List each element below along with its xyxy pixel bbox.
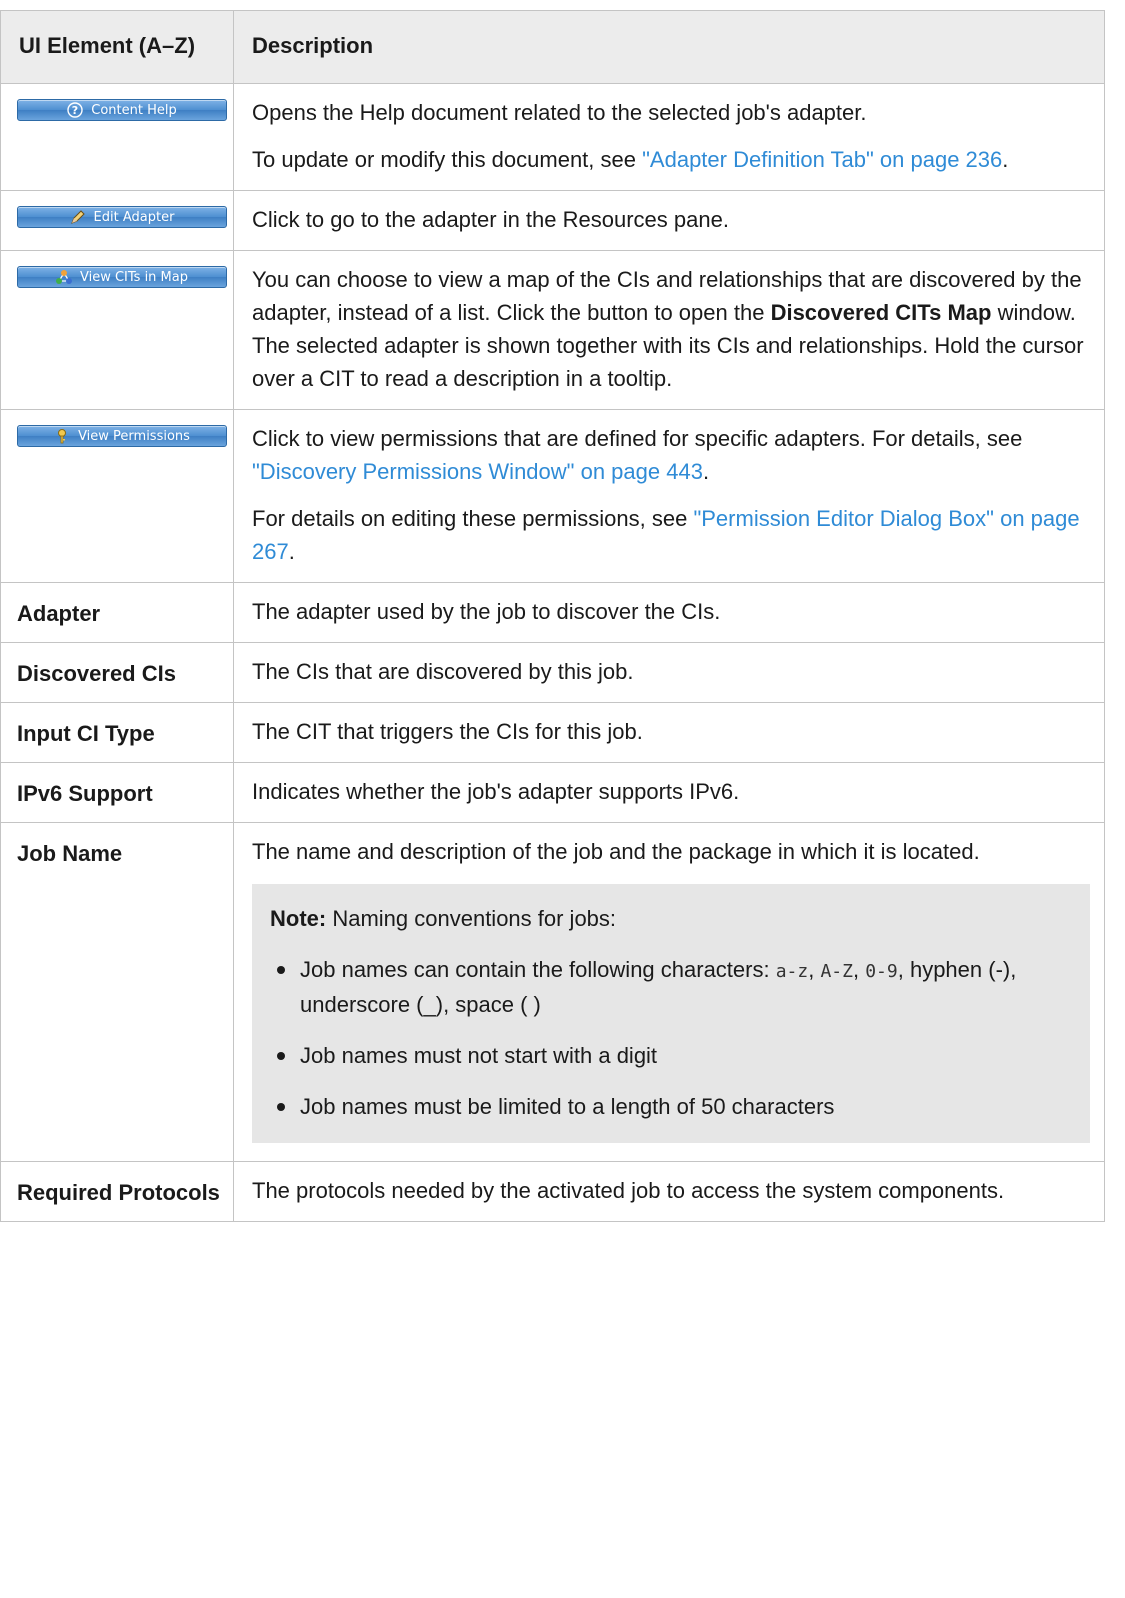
- text: Job names can contain the following char…: [300, 957, 776, 982]
- element-name: Input CI Type: [17, 721, 155, 746]
- edit-adapter-desc: Click to go to the adapter in the Resour…: [252, 207, 729, 232]
- text: To update or modify this document, see: [252, 147, 643, 172]
- map-icon: [55, 270, 72, 284]
- table-row: Edit Adapter Click to go to the adapter …: [0, 190, 1105, 251]
- table-row: ? Content Help Opens the Help document r…: [0, 83, 1105, 191]
- code-range: a-z: [775, 961, 809, 982]
- bullet-icon: [277, 1103, 285, 1111]
- element-desc: Indicates whether the job's adapter supp…: [252, 779, 740, 804]
- code-range: A-Z: [820, 961, 853, 982]
- edit-adapter-button[interactable]: Edit Adapter: [17, 206, 227, 228]
- table-row: View Permissions Click to view permissio…: [0, 409, 1105, 583]
- view-permissions-label: View Permissions: [78, 428, 190, 444]
- element-desc: The name and description of the job and …: [252, 839, 980, 864]
- naming-rules-list: Job names can contain the following char…: [270, 953, 1072, 1123]
- text: ,: [852, 957, 866, 982]
- help-icon: ?: [67, 102, 83, 118]
- table-row: Adapter The adapter used by the job to d…: [0, 582, 1105, 643]
- description-cell: You can choose to view a map of the CIs …: [233, 250, 1105, 410]
- header-ui-element: UI Element (A–Z): [0, 10, 234, 84]
- header-description: Description: [233, 10, 1105, 84]
- element-cell: Edit Adapter: [0, 190, 234, 251]
- note-text: Naming conventions for jobs:: [326, 906, 617, 931]
- content-help-button[interactable]: ? Content Help: [17, 99, 227, 121]
- description-cell: Click to view permissions that are defin…: [233, 409, 1105, 583]
- element-desc: The CIs that are discovered by this job.: [252, 659, 634, 684]
- bullet-icon: [277, 966, 285, 974]
- element-cell: Job Name: [0, 822, 234, 1162]
- text: .: [702, 459, 710, 484]
- element-cell: Discovered CIs: [0, 642, 234, 703]
- description-cell: Click to go to the adapter in the Resour…: [233, 190, 1105, 251]
- view-permissions-desc-2: For details on editing these permissions…: [252, 502, 1090, 568]
- description-cell: The CIT that triggers the CIs for this j…: [233, 702, 1105, 763]
- element-name: Adapter: [17, 601, 101, 626]
- element-desc: The adapter used by the job to discover …: [252, 599, 721, 624]
- element-name: Required Protocols: [17, 1180, 220, 1205]
- code-range: 0-9: [865, 961, 898, 982]
- view-cits-desc: You can choose to view a map of the CIs …: [252, 263, 1090, 395]
- ui-elements-table: UI Element (A–Z) Description ? Content H…: [0, 10, 1105, 1222]
- element-desc: The CIT that triggers the CIs for this j…: [252, 719, 643, 744]
- text: .: [288, 539, 295, 564]
- table-row: IPv6 Support Indicates whether the job's…: [0, 762, 1105, 823]
- note-label: Note:: [270, 906, 327, 931]
- text: Click to view permissions that are defin…: [252, 426, 1023, 451]
- note-intro: Note: Naming conventions for jobs:: [270, 902, 1072, 935]
- pencil-icon: [70, 210, 85, 224]
- description-cell: The name and description of the job and …: [233, 822, 1105, 1162]
- view-cits-in-map-button[interactable]: View CITs in Map: [17, 266, 227, 288]
- edit-adapter-label: Edit Adapter: [93, 209, 175, 225]
- table-row: Input CI Type The CIT that triggers the …: [0, 702, 1105, 763]
- table-row: Job Name The name and description of the…: [0, 822, 1105, 1162]
- text: ,: [808, 957, 821, 982]
- description-cell: The adapter used by the job to discover …: [233, 582, 1105, 643]
- element-cell: View CITs in Map: [0, 250, 234, 410]
- element-desc: The protocols needed by the activated jo…: [252, 1178, 1005, 1203]
- element-cell: Required Protocols: [0, 1161, 234, 1222]
- adapter-definition-tab-link[interactable]: "Adapter Definition Tab" on page 236: [642, 147, 1002, 172]
- discovery-permissions-window-link[interactable]: "Discovery Permissions Window" on page 4…: [252, 459, 703, 484]
- description-cell: The protocols needed by the activated jo…: [233, 1161, 1105, 1222]
- content-help-desc: Opens the Help document related to the s…: [252, 100, 867, 125]
- table-row: Discovered CIs The CIs that are discover…: [0, 642, 1105, 703]
- view-cits-label: View CITs in Map: [79, 269, 188, 285]
- list-item: Job names must be limited to a length of…: [270, 1090, 1072, 1123]
- element-name: Job Name: [17, 841, 123, 866]
- view-permissions-button[interactable]: View Permissions: [17, 425, 227, 447]
- text: .: [1002, 147, 1009, 172]
- text: Job names must be limited to a length of…: [300, 1094, 835, 1119]
- discovered-cits-map-term: Discovered CITs Map: [770, 300, 992, 325]
- description-cell: Opens the Help document related to the s…: [233, 83, 1105, 191]
- table-row: Required Protocols The protocols needed …: [0, 1161, 1105, 1222]
- element-cell: IPv6 Support: [0, 762, 234, 823]
- element-name: Discovered CIs: [17, 661, 176, 686]
- note-box: Note: Naming conventions for jobs: Job n…: [252, 884, 1090, 1143]
- list-item: Job names must not start with a digit: [270, 1039, 1072, 1072]
- text: Job names must not start with a digit: [300, 1043, 658, 1068]
- view-permissions-desc: Click to view permissions that are defin…: [252, 422, 1090, 488]
- svg-text:?: ?: [72, 104, 78, 117]
- list-item: Job names can contain the following char…: [270, 953, 1072, 1021]
- table-row: View CITs in Map You can choose to view …: [0, 250, 1105, 410]
- description-cell: The CIs that are discovered by this job.: [233, 642, 1105, 703]
- key-icon: [58, 429, 67, 444]
- bullet-icon: [277, 1052, 285, 1060]
- description-cell: Indicates whether the job's adapter supp…: [233, 762, 1105, 823]
- table-header-row: UI Element (A–Z) Description: [0, 10, 1105, 84]
- text: For details on editing these permissions…: [252, 506, 694, 531]
- element-cell: Input CI Type: [0, 702, 234, 763]
- element-cell: ? Content Help: [0, 83, 234, 191]
- element-name: IPv6 Support: [17, 781, 153, 806]
- element-cell: Adapter: [0, 582, 234, 643]
- content-help-label: Content Help: [91, 102, 177, 118]
- element-cell: View Permissions: [0, 409, 234, 583]
- content-help-desc-2: To update or modify this document, see "…: [252, 143, 1090, 176]
